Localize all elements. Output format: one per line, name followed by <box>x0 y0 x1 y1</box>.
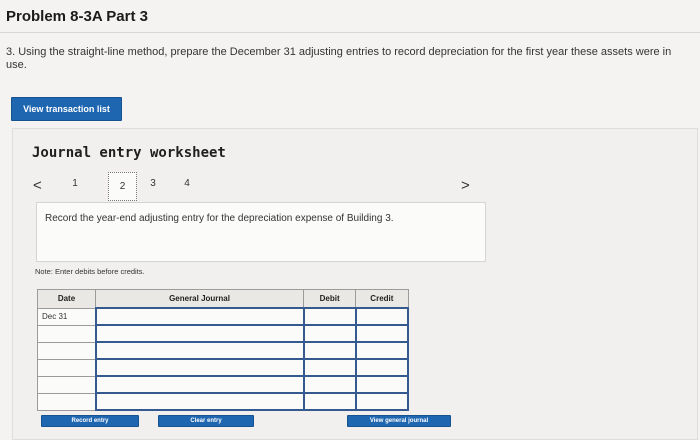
page-title: Problem 8-3A Part 3 <box>6 8 148 25</box>
header-divider <box>0 32 700 33</box>
next-arrow-icon[interactable]: > <box>461 177 470 194</box>
debit-input[interactable] <box>302 358 357 377</box>
account-input[interactable] <box>94 375 305 394</box>
date-cell[interactable] <box>36 358 97 377</box>
general-journal-header: General Journal <box>95 289 305 309</box>
date-cell[interactable] <box>36 324 97 343</box>
date-header: Date <box>36 289 97 309</box>
account-input[interactable] <box>94 324 305 343</box>
worksheet-title: Journal entry worksheet <box>32 145 226 161</box>
account-input[interactable] <box>94 341 305 360</box>
table-row: Dec 31 <box>36 307 410 326</box>
credit-input[interactable] <box>354 341 410 360</box>
table-row <box>36 392 410 411</box>
view-general-journal-button[interactable]: View general journal <box>347 415 451 427</box>
date-cell[interactable]: Dec 31 <box>36 307 97 326</box>
account-input[interactable] <box>94 307 305 326</box>
entry-prompt: Record the year-end adjusting entry for … <box>36 202 486 262</box>
account-input[interactable] <box>94 358 305 377</box>
question-text: 3. Using the straight-line method, prepa… <box>6 46 672 71</box>
credit-input[interactable] <box>354 307 410 326</box>
view-transaction-list-button[interactable]: View transaction list <box>11 97 122 121</box>
table-row <box>36 375 410 394</box>
record-entry-button[interactable]: Record entry <box>41 415 139 427</box>
journal-entry-worksheet-panel: Journal entry worksheet < 1 2 3 4 > Reco… <box>12 128 698 440</box>
date-cell[interactable] <box>36 341 97 360</box>
page-2-tab[interactable]: 2 <box>108 172 137 201</box>
table-row <box>36 341 410 360</box>
credit-input[interactable] <box>354 392 410 411</box>
debit-input[interactable] <box>302 341 357 360</box>
credit-input[interactable] <box>354 358 410 377</box>
clear-entry-button[interactable]: Clear entry <box>158 415 254 427</box>
debit-input[interactable] <box>302 307 357 326</box>
debit-input[interactable] <box>302 324 357 343</box>
page-3-tab[interactable]: 3 <box>143 178 163 189</box>
credit-input[interactable] <box>354 375 410 394</box>
debit-input[interactable] <box>302 375 357 394</box>
credit-header: Credit <box>355 289 409 309</box>
entry-note: Note: Enter debits before credits. <box>35 267 145 276</box>
credit-input[interactable] <box>354 324 410 343</box>
prev-arrow-icon[interactable]: < <box>33 177 42 194</box>
page-1-tab[interactable]: 1 <box>65 178 85 189</box>
journal-table: Date General Journal Debit Credit Dec 31 <box>36 289 410 411</box>
date-cell[interactable] <box>36 392 97 411</box>
page-4-tab[interactable]: 4 <box>177 178 197 189</box>
table-row <box>36 358 410 377</box>
worksheet-pager: < 1 2 3 4 > <box>31 171 681 201</box>
debit-header: Debit <box>303 289 357 309</box>
account-input[interactable] <box>94 392 305 411</box>
table-row <box>36 324 410 343</box>
date-cell[interactable] <box>36 375 97 394</box>
debit-input[interactable] <box>302 392 357 411</box>
